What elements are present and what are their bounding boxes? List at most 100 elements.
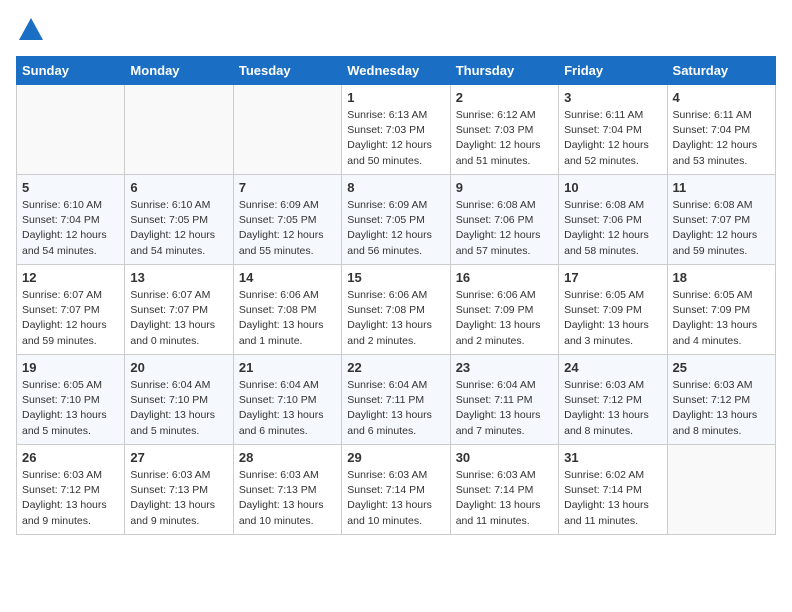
- weekday-header-thursday: Thursday: [450, 57, 558, 85]
- calendar-cell: 2 Sunrise: 6:12 AM Sunset: 7:03 PM Dayli…: [450, 85, 558, 175]
- day-info: Sunrise: 6:06 AM Sunset: 7:08 PM Dayligh…: [239, 288, 336, 349]
- calendar-cell: 13 Sunrise: 6:07 AM Sunset: 7:07 PM Dayl…: [125, 265, 233, 355]
- weekday-header-monday: Monday: [125, 57, 233, 85]
- day-info: Sunrise: 6:05 AM Sunset: 7:09 PM Dayligh…: [564, 288, 661, 349]
- day-info: Sunrise: 6:12 AM Sunset: 7:03 PM Dayligh…: [456, 108, 553, 169]
- day-number: 18: [673, 270, 770, 285]
- day-number: 17: [564, 270, 661, 285]
- day-number: 22: [347, 360, 444, 375]
- day-number: 27: [130, 450, 227, 465]
- day-number: 14: [239, 270, 336, 285]
- day-info: Sunrise: 6:11 AM Sunset: 7:04 PM Dayligh…: [564, 108, 661, 169]
- weekday-header-friday: Friday: [559, 57, 667, 85]
- calendar-cell: 4 Sunrise: 6:11 AM Sunset: 7:04 PM Dayli…: [667, 85, 775, 175]
- day-info: Sunrise: 6:05 AM Sunset: 7:09 PM Dayligh…: [673, 288, 770, 349]
- day-info: Sunrise: 6:08 AM Sunset: 7:06 PM Dayligh…: [456, 198, 553, 259]
- day-number: 24: [564, 360, 661, 375]
- calendar-cell: 22 Sunrise: 6:04 AM Sunset: 7:11 PM Dayl…: [342, 355, 450, 445]
- calendar-cell: 3 Sunrise: 6:11 AM Sunset: 7:04 PM Dayli…: [559, 85, 667, 175]
- calendar-cell: 14 Sunrise: 6:06 AM Sunset: 7:08 PM Dayl…: [233, 265, 341, 355]
- day-number: 16: [456, 270, 553, 285]
- day-info: Sunrise: 6:03 AM Sunset: 7:13 PM Dayligh…: [239, 468, 336, 529]
- day-info: Sunrise: 6:04 AM Sunset: 7:10 PM Dayligh…: [130, 378, 227, 439]
- calendar-cell: [667, 445, 775, 535]
- calendar-cell: 17 Sunrise: 6:05 AM Sunset: 7:09 PM Dayl…: [559, 265, 667, 355]
- calendar-cell: 20 Sunrise: 6:04 AM Sunset: 7:10 PM Dayl…: [125, 355, 233, 445]
- day-info: Sunrise: 6:10 AM Sunset: 7:05 PM Dayligh…: [130, 198, 227, 259]
- day-number: 31: [564, 450, 661, 465]
- day-info: Sunrise: 6:09 AM Sunset: 7:05 PM Dayligh…: [239, 198, 336, 259]
- calendar-cell: 1 Sunrise: 6:13 AM Sunset: 7:03 PM Dayli…: [342, 85, 450, 175]
- day-number: 28: [239, 450, 336, 465]
- day-number: 29: [347, 450, 444, 465]
- day-number: 23: [456, 360, 553, 375]
- calendar-cell: 6 Sunrise: 6:10 AM Sunset: 7:05 PM Dayli…: [125, 175, 233, 265]
- weekday-header-saturday: Saturday: [667, 57, 775, 85]
- calendar-cell: 12 Sunrise: 6:07 AM Sunset: 7:07 PM Dayl…: [17, 265, 125, 355]
- day-info: Sunrise: 6:06 AM Sunset: 7:08 PM Dayligh…: [347, 288, 444, 349]
- day-info: Sunrise: 6:03 AM Sunset: 7:14 PM Dayligh…: [456, 468, 553, 529]
- calendar-cell: 5 Sunrise: 6:10 AM Sunset: 7:04 PM Dayli…: [17, 175, 125, 265]
- calendar-cell: 18 Sunrise: 6:05 AM Sunset: 7:09 PM Dayl…: [667, 265, 775, 355]
- calendar-cell: 7 Sunrise: 6:09 AM Sunset: 7:05 PM Dayli…: [233, 175, 341, 265]
- day-number: 13: [130, 270, 227, 285]
- day-number: 26: [22, 450, 119, 465]
- calendar-cell: 11 Sunrise: 6:08 AM Sunset: 7:07 PM Dayl…: [667, 175, 775, 265]
- day-number: 19: [22, 360, 119, 375]
- day-info: Sunrise: 6:02 AM Sunset: 7:14 PM Dayligh…: [564, 468, 661, 529]
- day-number: 21: [239, 360, 336, 375]
- calendar-cell: 28 Sunrise: 6:03 AM Sunset: 7:13 PM Dayl…: [233, 445, 341, 535]
- day-info: Sunrise: 6:04 AM Sunset: 7:10 PM Dayligh…: [239, 378, 336, 439]
- calendar-cell: 31 Sunrise: 6:02 AM Sunset: 7:14 PM Dayl…: [559, 445, 667, 535]
- day-info: Sunrise: 6:09 AM Sunset: 7:05 PM Dayligh…: [347, 198, 444, 259]
- day-info: Sunrise: 6:08 AM Sunset: 7:07 PM Dayligh…: [673, 198, 770, 259]
- day-number: 12: [22, 270, 119, 285]
- calendar-week-4: 19 Sunrise: 6:05 AM Sunset: 7:10 PM Dayl…: [17, 355, 776, 445]
- calendar-cell: 10 Sunrise: 6:08 AM Sunset: 7:06 PM Dayl…: [559, 175, 667, 265]
- day-number: 5: [22, 180, 119, 195]
- day-info: Sunrise: 6:06 AM Sunset: 7:09 PM Dayligh…: [456, 288, 553, 349]
- day-number: 25: [673, 360, 770, 375]
- day-info: Sunrise: 6:07 AM Sunset: 7:07 PM Dayligh…: [22, 288, 119, 349]
- day-number: 6: [130, 180, 227, 195]
- calendar-cell: 29 Sunrise: 6:03 AM Sunset: 7:14 PM Dayl…: [342, 445, 450, 535]
- day-number: 1: [347, 90, 444, 105]
- day-info: Sunrise: 6:03 AM Sunset: 7:12 PM Dayligh…: [673, 378, 770, 439]
- calendar-week-2: 5 Sunrise: 6:10 AM Sunset: 7:04 PM Dayli…: [17, 175, 776, 265]
- day-number: 3: [564, 90, 661, 105]
- calendar-cell: 15 Sunrise: 6:06 AM Sunset: 7:08 PM Dayl…: [342, 265, 450, 355]
- day-number: 30: [456, 450, 553, 465]
- day-info: Sunrise: 6:04 AM Sunset: 7:11 PM Dayligh…: [347, 378, 444, 439]
- calendar-cell: 23 Sunrise: 6:04 AM Sunset: 7:11 PM Dayl…: [450, 355, 558, 445]
- day-number: 11: [673, 180, 770, 195]
- calendar-cell: 30 Sunrise: 6:03 AM Sunset: 7:14 PM Dayl…: [450, 445, 558, 535]
- page-header: [16, 16, 776, 44]
- day-info: Sunrise: 6:05 AM Sunset: 7:10 PM Dayligh…: [22, 378, 119, 439]
- day-info: Sunrise: 6:08 AM Sunset: 7:06 PM Dayligh…: [564, 198, 661, 259]
- day-number: 20: [130, 360, 227, 375]
- weekday-header-row: SundayMondayTuesdayWednesdayThursdayFrid…: [17, 57, 776, 85]
- day-number: 10: [564, 180, 661, 195]
- calendar-cell: 8 Sunrise: 6:09 AM Sunset: 7:05 PM Dayli…: [342, 175, 450, 265]
- day-number: 2: [456, 90, 553, 105]
- calendar-cell: 24 Sunrise: 6:03 AM Sunset: 7:12 PM Dayl…: [559, 355, 667, 445]
- day-info: Sunrise: 6:04 AM Sunset: 7:11 PM Dayligh…: [456, 378, 553, 439]
- calendar-cell: 25 Sunrise: 6:03 AM Sunset: 7:12 PM Dayl…: [667, 355, 775, 445]
- calendar-cell: 16 Sunrise: 6:06 AM Sunset: 7:09 PM Dayl…: [450, 265, 558, 355]
- day-info: Sunrise: 6:07 AM Sunset: 7:07 PM Dayligh…: [130, 288, 227, 349]
- weekday-header-tuesday: Tuesday: [233, 57, 341, 85]
- calendar-cell: 26 Sunrise: 6:03 AM Sunset: 7:12 PM Dayl…: [17, 445, 125, 535]
- calendar-cell: [17, 85, 125, 175]
- day-number: 8: [347, 180, 444, 195]
- calendar-cell: 9 Sunrise: 6:08 AM Sunset: 7:06 PM Dayli…: [450, 175, 558, 265]
- calendar-week-5: 26 Sunrise: 6:03 AM Sunset: 7:12 PM Dayl…: [17, 445, 776, 535]
- weekday-header-sunday: Sunday: [17, 57, 125, 85]
- calendar-week-3: 12 Sunrise: 6:07 AM Sunset: 7:07 PM Dayl…: [17, 265, 776, 355]
- weekday-header-wednesday: Wednesday: [342, 57, 450, 85]
- day-info: Sunrise: 6:13 AM Sunset: 7:03 PM Dayligh…: [347, 108, 444, 169]
- calendar-cell: 21 Sunrise: 6:04 AM Sunset: 7:10 PM Dayl…: [233, 355, 341, 445]
- day-info: Sunrise: 6:10 AM Sunset: 7:04 PM Dayligh…: [22, 198, 119, 259]
- day-number: 15: [347, 270, 444, 285]
- logo-icon: [17, 16, 45, 44]
- calendar-cell: [125, 85, 233, 175]
